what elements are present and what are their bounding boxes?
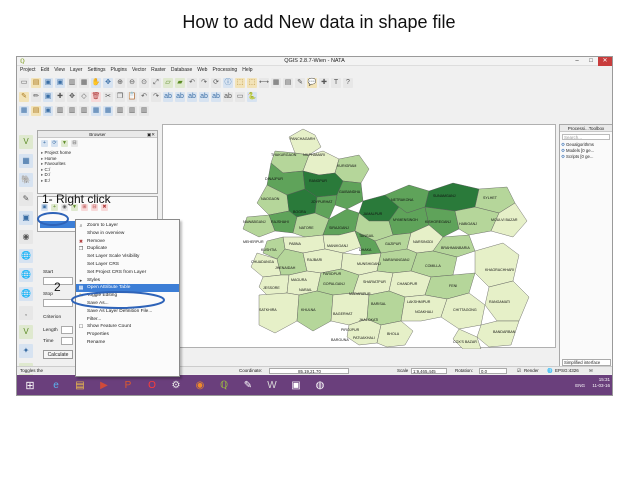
right-click-highlight-ellipse xyxy=(37,212,69,226)
attribute-table-highlight-ellipse xyxy=(71,291,165,309)
annotation-step-2: 2 xyxy=(54,280,61,294)
annotation-overlay xyxy=(37,212,165,309)
annotation-step-1: 1- Right click xyxy=(42,192,111,206)
